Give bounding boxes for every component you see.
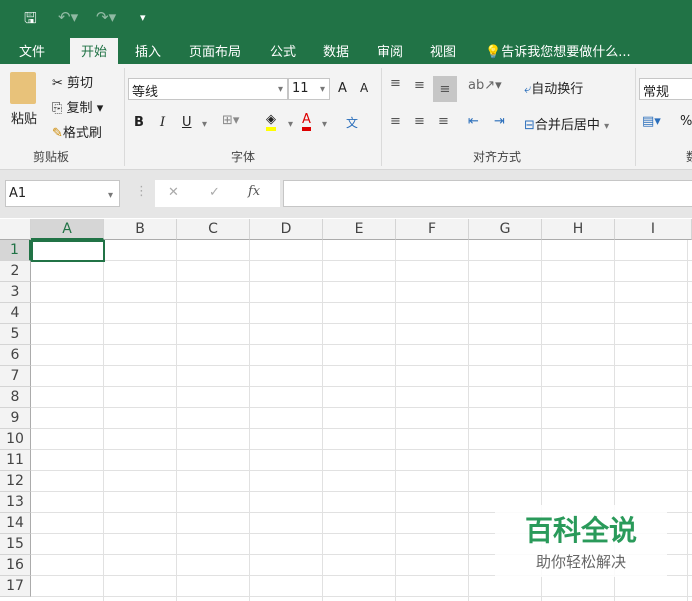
column-header[interactable]: A [31, 219, 104, 240]
row-header[interactable]: 17 [0, 576, 31, 597]
italic-button[interactable]: I [160, 115, 165, 130]
fill-color-icon[interactable]: ◈ [266, 112, 276, 131]
accounting-format-icon[interactable]: ▤▾ [642, 114, 661, 129]
align-center-icon[interactable]: ≡ [414, 114, 425, 129]
lightbulb-icon: 💡 [485, 45, 502, 60]
redo-icon[interactable]: ↷▾ [96, 8, 116, 26]
enter-icon[interactable]: ✓ [209, 185, 220, 200]
tab-page-layout[interactable]: 页面布局 [189, 41, 241, 60]
copy-button[interactable]: ⎘ 复制 ▾ [52, 97, 103, 116]
merge-icon: ⊟ [524, 118, 535, 133]
formula-bar-grip: ⋮ [135, 184, 148, 199]
cut-button[interactable]: ✂ 剪切 [52, 72, 93, 91]
number-format-select[interactable]: 常规 [639, 78, 692, 100]
decrease-indent-icon[interactable]: ⇤ [468, 114, 479, 129]
paste-button[interactable]: 粘贴 [11, 108, 37, 127]
cancel-icon[interactable]: ✕ [168, 185, 179, 200]
column-header[interactable]: F [396, 219, 469, 240]
align-bottom-icon[interactable]: ≡ [433, 76, 457, 102]
column-header[interactable]: E [323, 219, 396, 240]
select-all-button[interactable] [0, 219, 31, 240]
tab-data[interactable]: 数据 [323, 41, 349, 60]
row-header[interactable]: 11 [0, 450, 31, 471]
row-header[interactable]: 4 [0, 303, 31, 324]
column-header[interactable]: G [469, 219, 542, 240]
font-name-select[interactable]: 等线 ▾ [128, 78, 288, 100]
row-header[interactable]: 6 [0, 345, 31, 366]
row-header[interactable]: 1 [0, 240, 31, 261]
column-header[interactable]: I [615, 219, 692, 240]
shrink-font-button[interactable]: A [360, 81, 368, 95]
row-header[interactable]: 9 [0, 408, 31, 429]
tab-insert[interactable]: 插入 [135, 41, 161, 60]
row-header[interactable]: 2 [0, 261, 31, 282]
align-top-icon[interactable]: ≡ [390, 76, 401, 91]
scissors-icon: ✂ [52, 76, 63, 91]
grow-font-button[interactable]: A [338, 81, 347, 96]
column-header[interactable]: H [542, 219, 615, 240]
format-painter-button[interactable]: ✎格式刷 [52, 122, 102, 141]
phonetic-icon[interactable]: 文 [346, 114, 358, 131]
row-header[interactable]: 10 [0, 429, 31, 450]
tab-home[interactable]: 开始 [70, 38, 119, 64]
bold-button[interactable]: B [134, 115, 144, 130]
title-bar: 🖫 ↶▾ ↷▾ ▾ [0, 0, 692, 36]
ribbon: 粘贴 ✂ 剪切 ⎘ 复制 ▾ ✎格式刷 剪贴板 等线 ▾ 11 ▾ A A B I … [0, 64, 692, 170]
active-cell[interactable] [31, 240, 105, 262]
number-group-label: 数 [686, 148, 692, 165]
font-size-select[interactable]: 11 ▾ [288, 78, 330, 100]
insert-function-button[interactable]: fx [248, 184, 260, 199]
font-group-label: 字体 [231, 150, 256, 164]
row-header[interactable]: 12 [0, 471, 31, 492]
tab-file[interactable]: 文件 [19, 41, 45, 60]
watermark: 百科全说 助你轻松解决 [495, 505, 667, 577]
row-header[interactable]: 15 [0, 534, 31, 555]
tell-me-search[interactable]: 💡告诉我您想要做什么... [485, 41, 631, 60]
watermark-subtitle: 助你轻松解决 [535, 553, 626, 571]
tab-formulas[interactable]: 公式 [270, 41, 296, 60]
row-header[interactable]: 7 [0, 366, 31, 387]
underline-button[interactable]: U [182, 115, 192, 130]
merge-center-button[interactable]: ⊟合并后居中 ▾ [524, 114, 609, 133]
align-right-icon[interactable]: ≡ [438, 114, 449, 129]
align-left-icon[interactable]: ≡ [390, 114, 401, 129]
row-header[interactable]: 16 [0, 555, 31, 576]
formula-input[interactable] [283, 180, 692, 207]
clipboard-group-label: 剪贴板 [33, 150, 70, 164]
row-header[interactable]: 8 [0, 387, 31, 408]
column-header[interactable]: D [250, 219, 323, 240]
customize-qat-button[interactable]: ▾ [140, 11, 146, 24]
font-color-button[interactable]: A [302, 112, 311, 131]
increase-indent-icon[interactable]: ⇥ [494, 114, 505, 129]
tab-review[interactable]: 审阅 [377, 41, 403, 60]
row-header[interactable]: 5 [0, 324, 31, 345]
copy-icon: ⎘ [52, 101, 63, 116]
undo-icon[interactable]: ↶▾ [58, 8, 78, 26]
ribbon-tabs: 文件 开始 插入 页面布局 公式 数据 审阅 视图 💡告诉我您想要做什么... [0, 36, 692, 64]
row-header[interactable]: 3 [0, 282, 31, 303]
brush-icon: ✎ [52, 126, 63, 141]
name-box[interactable]: A1 ▾ [5, 180, 120, 207]
formula-bar: A1 ▾ ⋮ ✕ ✓ fx [0, 170, 692, 218]
row-header[interactable]: 13 [0, 492, 31, 513]
save-icon[interactable]: 🖫 [24, 8, 37, 33]
row-header[interactable]: 14 [0, 513, 31, 534]
watermark-title: 百科全说 [524, 514, 637, 547]
wrap-text-button[interactable]: ⤶自动换行 [524, 78, 583, 97]
borders-icon[interactable]: ⊞▾ [222, 113, 239, 128]
paste-icon [10, 72, 36, 104]
column-header[interactable]: C [177, 219, 250, 240]
tab-view[interactable]: 视图 [430, 41, 456, 60]
column-header[interactable]: B [104, 219, 177, 240]
alignment-group-label: 对齐方式 [473, 150, 522, 164]
align-middle-icon[interactable]: ≡ [414, 78, 425, 93]
percent-button[interactable]: % [680, 114, 692, 129]
orientation-icon[interactable]: ab↗▾ [468, 78, 502, 93]
